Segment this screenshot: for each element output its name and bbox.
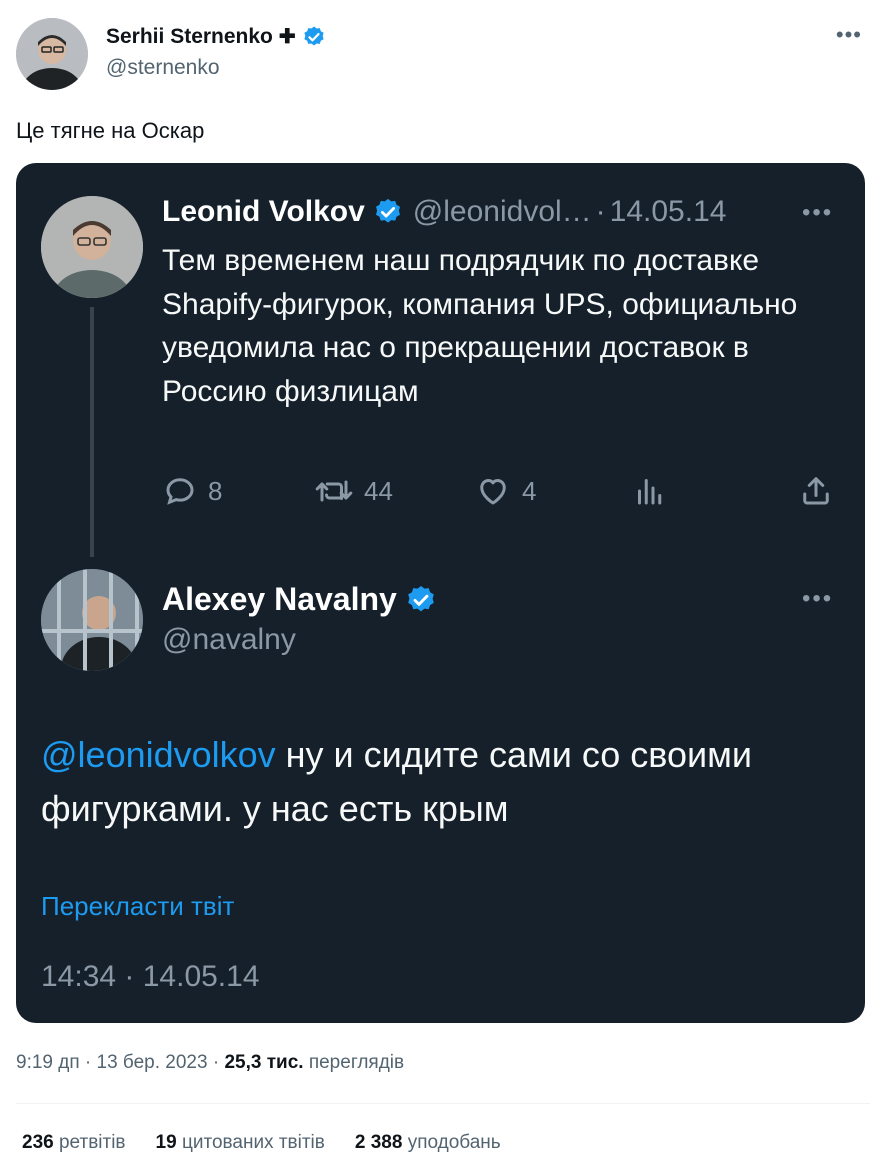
- quotes-stat[interactable]: 19 цитованих твітів: [156, 1132, 325, 1154]
- quoted-handle: @leonidvol…: [412, 195, 592, 228]
- reply-avatar-image: [41, 569, 143, 671]
- retweets-count: 236: [22, 1132, 54, 1153]
- retweet-count: 44: [364, 475, 393, 506]
- quoted-more-icon: •••: [802, 199, 834, 226]
- author-avatar[interactable]: [16, 18, 88, 90]
- share-action: [798, 473, 834, 509]
- quoted-action-bar: 8 44 4: [162, 473, 838, 513]
- mention-link: @leonidvolkov: [41, 734, 276, 775]
- author-avatar-image: [16, 18, 88, 90]
- reply-handle: @navalny: [162, 623, 296, 656]
- analytics-icon: [638, 479, 662, 505]
- retweets-label: ретвітів: [58, 1132, 126, 1153]
- tweet-meta: 9:19 дп · 13 бер. 2023 · 25,3 тис. перег…: [16, 1052, 404, 1074]
- quotes-count: 19: [155, 1132, 177, 1153]
- quoted-header: Leonid Volkov @leonidvol… · 14.05.14: [162, 195, 726, 229]
- views-label: переглядів: [303, 1052, 405, 1073]
- author-name-row[interactable]: Serhii Sternenko ✚: [106, 24, 326, 49]
- tweet-timestamp[interactable]: 9:19 дп · 13 бер. 2023 ·: [16, 1052, 224, 1073]
- reply-text: @leonidvolkov ну и сидите сами со своими…: [41, 728, 841, 836]
- author-name[interactable]: Serhii Sternenko: [106, 25, 273, 49]
- plus-symbol: ✚: [278, 26, 296, 48]
- tweet-text: Це тягне на Оскар: [16, 118, 205, 143]
- author-handle[interactable]: @sternenko: [106, 56, 220, 80]
- retweets-stat[interactable]: 236 ретвітів: [22, 1132, 126, 1154]
- verified-badge-icon: [375, 198, 400, 223]
- reply-timestamp: 14:34 · 14.05.14: [41, 960, 260, 993]
- retweet-icon: [315, 480, 353, 502]
- reply-name-row: Alexey Navalny: [162, 581, 437, 618]
- views-action: [632, 473, 668, 509]
- likes-label: уподобань: [407, 1132, 501, 1153]
- more-options-icon[interactable]: •••: [836, 22, 862, 48]
- quotes-label: цитованих твітів: [181, 1132, 325, 1153]
- reply-more-icon: •••: [802, 585, 834, 612]
- like-count: 4: [522, 475, 537, 506]
- quoted-avatar: [41, 196, 143, 298]
- engagement-stats: 236 ретвітів 19 цитованих твітів 2 388 у…: [22, 1132, 501, 1154]
- quoted-text: Тем временем наш подрядчик по доставке S…: [162, 244, 798, 408]
- embedded-screenshot[interactable]: Leonid Volkov @leonidvol… · 14.05.14 •••…: [16, 163, 865, 1023]
- retweet-action: 44: [314, 473, 393, 509]
- likes-stat[interactable]: 2 388 уподобань: [355, 1132, 501, 1154]
- reply-name: Alexey Navalny: [162, 581, 397, 617]
- reply-icon: [166, 478, 194, 505]
- views-count: 25,3 тис.: [224, 1052, 304, 1073]
- verified-badge-icon: [408, 585, 434, 611]
- reply-count: 8: [208, 475, 223, 506]
- quoted-name: Leonid Volkov: [162, 195, 365, 228]
- heart-icon: [480, 479, 506, 505]
- reply-action: 8: [162, 473, 222, 509]
- verified-badge-icon: [304, 26, 324, 45]
- reply-avatar: [41, 569, 143, 671]
- quoted-separator: ·: [595, 195, 606, 228]
- quoted-avatar-image: [41, 196, 143, 298]
- divider: [16, 1103, 870, 1104]
- thread-connector-line: [90, 307, 94, 557]
- like-action: 4: [474, 473, 536, 509]
- translate-link: Перекласти твіт: [41, 891, 235, 921]
- likes-count: 2 388: [354, 1132, 403, 1153]
- share-icon: [803, 477, 829, 505]
- quoted-date: 14.05.14: [609, 195, 727, 228]
